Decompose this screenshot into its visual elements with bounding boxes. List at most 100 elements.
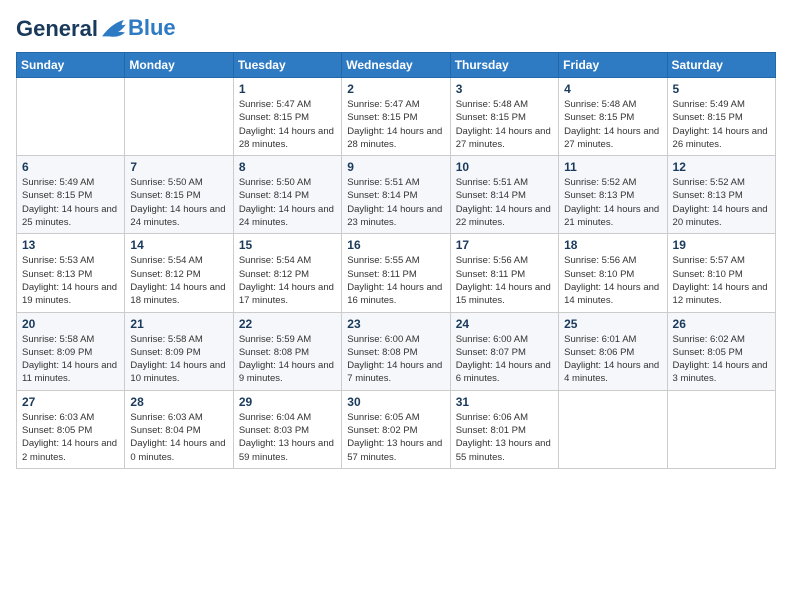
day-of-week-header: Saturday — [667, 53, 775, 78]
day-number: 5 — [673, 82, 770, 96]
cell-content: Sunrise: 5:50 AMSunset: 8:15 PMDaylight:… — [130, 176, 227, 229]
calendar-cell: 24 Sunrise: 6:00 AMSunset: 8:07 PMDayligh… — [450, 312, 558, 390]
calendar-cell: 8 Sunrise: 5:50 AMSunset: 8:14 PMDaylight… — [233, 156, 341, 234]
calendar-table: SundayMondayTuesdayWednesdayThursdayFrid… — [16, 52, 776, 469]
calendar-cell: 25 Sunrise: 6:01 AMSunset: 8:06 PMDayligh… — [559, 312, 667, 390]
logo-general-label: General — [16, 16, 98, 42]
cell-content: Sunrise: 5:49 AMSunset: 8:15 PMDaylight:… — [22, 176, 119, 229]
calendar-cell: 28 Sunrise: 6:03 AMSunset: 8:04 PMDayligh… — [125, 390, 233, 468]
calendar-cell: 5 Sunrise: 5:49 AMSunset: 8:15 PMDaylight… — [667, 78, 775, 156]
calendar-week-row: 1 Sunrise: 5:47 AMSunset: 8:15 PMDaylight… — [17, 78, 776, 156]
calendar-cell — [17, 78, 125, 156]
logo: General Blue — [16, 16, 176, 42]
cell-content: Sunrise: 5:47 AMSunset: 8:15 PMDaylight:… — [239, 98, 336, 151]
day-number: 15 — [239, 238, 336, 252]
page-header: General Blue — [16, 16, 776, 42]
calendar-cell: 30Sunrise: 6:05 AMSunset: 8:02 PMDayligh… — [342, 390, 450, 468]
cell-content: Sunrise: 5:48 AMSunset: 8:15 PMDaylight:… — [564, 98, 661, 151]
cell-content: Sunrise: 5:54 AMSunset: 8:12 PMDaylight:… — [130, 254, 227, 307]
calendar-cell — [125, 78, 233, 156]
calendar-cell: 17 Sunrise: 5:56 AMSunset: 8:11 PMDayligh… — [450, 234, 558, 312]
day-number: 31 — [456, 395, 553, 409]
cell-content: Sunrise: 6:01 AMSunset: 8:06 PMDaylight:… — [564, 333, 661, 386]
day-of-week-header: Monday — [125, 53, 233, 78]
calendar-cell: 20 Sunrise: 5:58 AMSunset: 8:09 PMDayligh… — [17, 312, 125, 390]
cell-content: Sunrise: 6:06 AMSunset: 8:01 PMDaylight:… — [456, 411, 553, 464]
day-of-week-header: Sunday — [17, 53, 125, 78]
calendar-cell: 2 Sunrise: 5:47 AMSunset: 8:15 PMDaylight… — [342, 78, 450, 156]
calendar-cell: 19 Sunrise: 5:57 AMSunset: 8:10 PMDayligh… — [667, 234, 775, 312]
day-number: 28 — [130, 395, 227, 409]
day-number: 8 — [239, 160, 336, 174]
calendar-cell: 3 Sunrise: 5:48 AMSunset: 8:15 PMDaylight… — [450, 78, 558, 156]
cell-content: Sunrise: 5:58 AMSunset: 8:09 PMDaylight:… — [22, 333, 119, 386]
day-number: 26 — [673, 317, 770, 331]
day-of-week-header: Tuesday — [233, 53, 341, 78]
day-number: 4 — [564, 82, 661, 96]
cell-content: Sunrise: 6:05 AMSunset: 8:02 PMDaylight:… — [347, 411, 444, 464]
cell-content: Sunrise: 6:00 AMSunset: 8:07 PMDaylight:… — [456, 333, 553, 386]
calendar-cell: 9Sunrise: 5:51 AMSunset: 8:14 PMDaylight… — [342, 156, 450, 234]
day-number: 9 — [347, 160, 444, 174]
calendar-cell: 15 Sunrise: 5:54 AMSunset: 8:12 PMDayligh… — [233, 234, 341, 312]
cell-content: Sunrise: 5:52 AMSunset: 8:13 PMDaylight:… — [673, 176, 770, 229]
cell-content: Sunrise: 5:49 AMSunset: 8:15 PMDaylight:… — [673, 98, 770, 151]
cell-content: Sunrise: 6:04 AMSunset: 8:03 PMDaylight:… — [239, 411, 336, 464]
calendar-cell: 29 Sunrise: 6:04 AMSunset: 8:03 PMDayligh… — [233, 390, 341, 468]
logo-bird-icon — [100, 18, 128, 40]
calendar-cell: 31 Sunrise: 6:06 AMSunset: 8:01 PMDayligh… — [450, 390, 558, 468]
cell-content: Sunrise: 5:51 AMSunset: 8:14 PMDaylight:… — [456, 176, 553, 229]
cell-content: Sunrise: 5:50 AMSunset: 8:14 PMDaylight:… — [239, 176, 336, 229]
day-number: 7 — [130, 160, 227, 174]
day-number: 17 — [456, 238, 553, 252]
calendar-cell: 13Sunrise: 5:53 AMSunset: 8:13 PMDayligh… — [17, 234, 125, 312]
day-number: 11 — [564, 160, 661, 174]
day-number: 20 — [22, 317, 119, 331]
day-number: 2 — [347, 82, 444, 96]
calendar-cell: 12 Sunrise: 5:52 AMSunset: 8:13 PMDayligh… — [667, 156, 775, 234]
cell-content: Sunrise: 5:59 AMSunset: 8:08 PMDaylight:… — [239, 333, 336, 386]
calendar-cell: 6Sunrise: 5:49 AMSunset: 8:15 PMDaylight… — [17, 156, 125, 234]
day-number: 19 — [673, 238, 770, 252]
calendar-cell: 7 Sunrise: 5:50 AMSunset: 8:15 PMDaylight… — [125, 156, 233, 234]
cell-content: Sunrise: 5:55 AMSunset: 8:11 PMDaylight:… — [347, 254, 444, 307]
calendar-cell: 21Sunrise: 5:58 AMSunset: 8:09 PMDayligh… — [125, 312, 233, 390]
calendar-cell — [559, 390, 667, 468]
day-number: 3 — [456, 82, 553, 96]
day-number: 23 — [347, 317, 444, 331]
cell-content: Sunrise: 5:57 AMSunset: 8:10 PMDaylight:… — [673, 254, 770, 307]
day-number: 10 — [456, 160, 553, 174]
calendar-week-row: 13Sunrise: 5:53 AMSunset: 8:13 PMDayligh… — [17, 234, 776, 312]
day-number: 21 — [130, 317, 227, 331]
cell-content: Sunrise: 6:02 AMSunset: 8:05 PMDaylight:… — [673, 333, 770, 386]
cell-content: Sunrise: 5:53 AMSunset: 8:13 PMDaylight:… — [22, 254, 119, 307]
calendar-cell: 11 Sunrise: 5:52 AMSunset: 8:13 PMDayligh… — [559, 156, 667, 234]
calendar-cell: 4 Sunrise: 5:48 AMSunset: 8:15 PMDaylight… — [559, 78, 667, 156]
day-of-week-header: Wednesday — [342, 53, 450, 78]
cell-content: Sunrise: 6:03 AMSunset: 8:05 PMDaylight:… — [22, 411, 119, 464]
cell-content: Sunrise: 5:52 AMSunset: 8:13 PMDaylight:… — [564, 176, 661, 229]
day-number: 29 — [239, 395, 336, 409]
day-number: 25 — [564, 317, 661, 331]
cell-content: Sunrise: 6:03 AMSunset: 8:04 PMDaylight:… — [130, 411, 227, 464]
calendar-cell — [667, 390, 775, 468]
day-number: 1 — [239, 82, 336, 96]
logo-blue-label: Blue — [128, 15, 176, 41]
calendar-cell: 10 Sunrise: 5:51 AMSunset: 8:14 PMDayligh… — [450, 156, 558, 234]
calendar-cell: 22Sunrise: 5:59 AMSunset: 8:08 PMDayligh… — [233, 312, 341, 390]
cell-content: Sunrise: 6:00 AMSunset: 8:08 PMDaylight:… — [347, 333, 444, 386]
day-number: 24 — [456, 317, 553, 331]
day-number: 12 — [673, 160, 770, 174]
day-number: 16 — [347, 238, 444, 252]
calendar-cell: 27 Sunrise: 6:03 AMSunset: 8:05 PMDayligh… — [17, 390, 125, 468]
day-of-week-header: Thursday — [450, 53, 558, 78]
cell-content: Sunrise: 5:56 AMSunset: 8:11 PMDaylight:… — [456, 254, 553, 307]
cell-content: Sunrise: 5:48 AMSunset: 8:15 PMDaylight:… — [456, 98, 553, 151]
calendar-week-row: 20 Sunrise: 5:58 AMSunset: 8:09 PMDayligh… — [17, 312, 776, 390]
cell-content: Sunrise: 5:47 AMSunset: 8:15 PMDaylight:… — [347, 98, 444, 151]
calendar-cell: 18Sunrise: 5:56 AMSunset: 8:10 PMDayligh… — [559, 234, 667, 312]
day-number: 27 — [22, 395, 119, 409]
calendar-header-row: SundayMondayTuesdayWednesdayThursdayFrid… — [17, 53, 776, 78]
day-of-week-header: Friday — [559, 53, 667, 78]
cell-content: Sunrise: 5:54 AMSunset: 8:12 PMDaylight:… — [239, 254, 336, 307]
